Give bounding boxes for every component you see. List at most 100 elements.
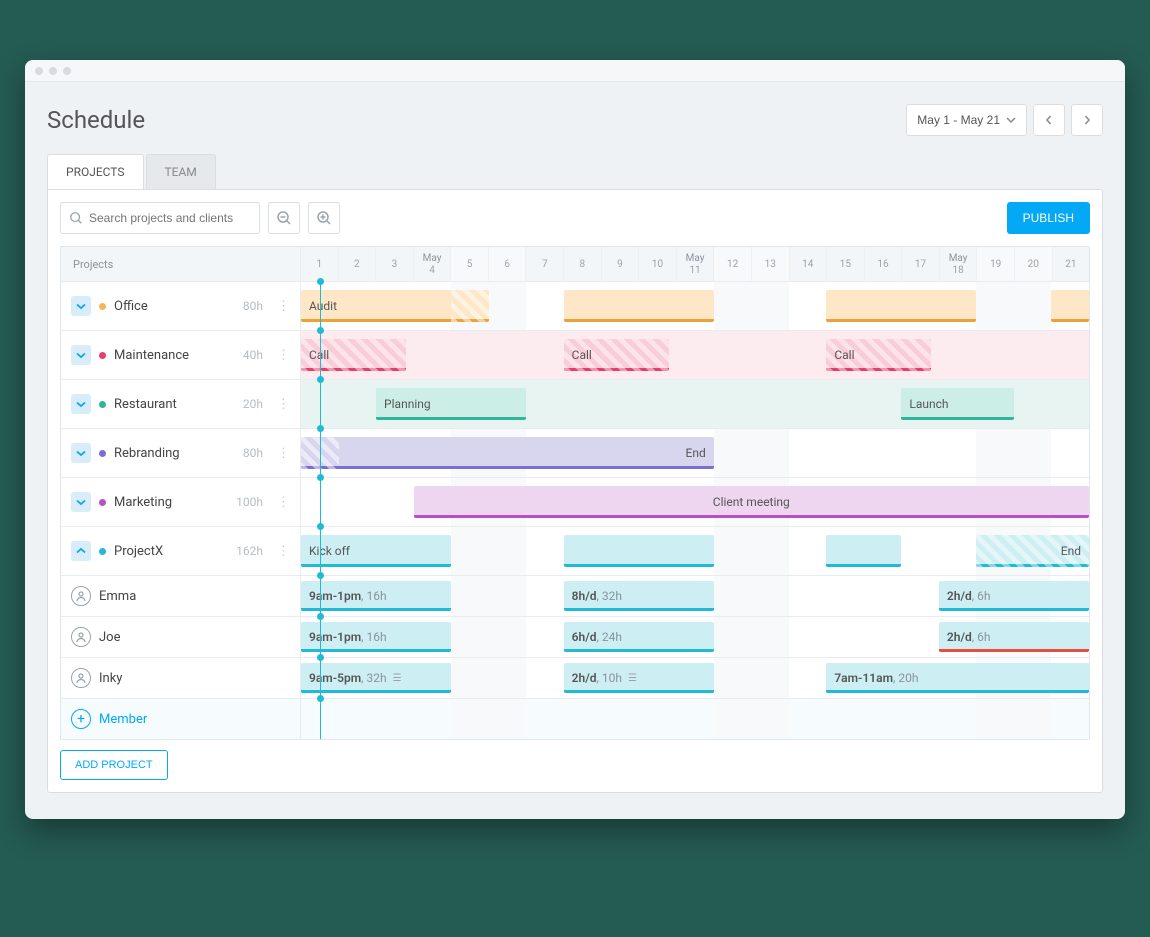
today-indicator xyxy=(320,699,321,739)
schedule-bar[interactable]: 7am-11am, 20h xyxy=(826,663,1089,693)
schedule-bar[interactable]: 9am-1pm, 16h xyxy=(301,622,451,652)
zoom-out-button[interactable] xyxy=(268,202,300,234)
schedule-bar[interactable]: End xyxy=(301,437,714,469)
schedule-bar[interactable]: 9am-1pm, 16h xyxy=(301,581,451,611)
schedule-bar[interactable]: Audit xyxy=(301,290,489,322)
day-header: 10 xyxy=(639,247,677,281)
schedule-bar[interactable]: Call xyxy=(564,339,669,371)
expand-button[interactable] xyxy=(71,492,91,512)
member-timeline: 9am-5pm, 32h☰ 2h/d, 10h☰ 7am-11am, 20h xyxy=(301,658,1089,698)
project-hours: 20h xyxy=(243,397,263,411)
schedule-bar[interactable]: 9am-5pm, 32h☰ xyxy=(301,663,451,693)
window-dot xyxy=(35,67,43,75)
schedule-bar[interactable]: 6h/d, 24h xyxy=(564,622,714,652)
prev-button[interactable] xyxy=(1033,104,1065,136)
schedule-bar[interactable]: Planning xyxy=(376,388,526,420)
tab-projects[interactable]: PROJECTS xyxy=(47,154,144,189)
search-input-wrapper[interactable] xyxy=(60,202,260,234)
schedule-bar[interactable] xyxy=(564,290,714,322)
day-header: 3 xyxy=(376,247,414,281)
page-title: Schedule xyxy=(47,106,145,134)
project-hours: 80h xyxy=(243,299,263,313)
expand-button[interactable] xyxy=(71,345,91,365)
day-header: 8 xyxy=(564,247,602,281)
schedule-bar[interactable] xyxy=(1051,290,1089,322)
publish-button[interactable]: PUBLISH xyxy=(1007,202,1090,234)
day-header: May18 xyxy=(940,247,978,281)
expand-button[interactable] xyxy=(71,394,91,414)
project-timeline: Kick off End xyxy=(301,527,1089,575)
search-icon xyxy=(69,211,83,225)
expand-button[interactable] xyxy=(71,296,91,316)
tab-team[interactable]: TEAM xyxy=(146,154,216,189)
today-indicator xyxy=(320,429,321,477)
project-row-left: Office80h⋮ xyxy=(61,282,301,330)
kebab-icon[interactable]: ⋮ xyxy=(277,544,290,559)
schedule-bar[interactable]: Client meeting xyxy=(414,486,1089,518)
day-header: 17 xyxy=(902,247,940,281)
kebab-icon[interactable]: ⋮ xyxy=(277,348,290,363)
day-header: 1 xyxy=(301,247,339,281)
project-hours: 80h xyxy=(243,446,263,460)
project-hours: 162h xyxy=(236,544,263,558)
day-header: 6 xyxy=(489,247,527,281)
schedule-bar[interactable]: Launch xyxy=(901,388,1014,420)
avatar-icon xyxy=(71,668,91,688)
project-name: Rebranding xyxy=(114,446,180,461)
project-color-dot xyxy=(99,303,106,310)
project-color-dot xyxy=(99,499,106,506)
date-range-picker[interactable]: May 1 - May 21 xyxy=(906,104,1027,136)
member-row-left: Inky xyxy=(61,658,301,698)
day-header: May4 xyxy=(414,247,452,281)
expand-button[interactable] xyxy=(71,443,91,463)
weekend-shade xyxy=(451,617,526,657)
schedule-bar[interactable]: Call xyxy=(826,339,931,371)
project-timeline: Audit xyxy=(301,282,1089,330)
weekend-shade xyxy=(451,576,526,616)
schedule-bar[interactable]: End xyxy=(976,535,1089,567)
zoom-in-icon xyxy=(316,210,332,226)
schedule-bar[interactable]: 2h/d, 6h xyxy=(939,622,1089,652)
kebab-icon[interactable]: ⋮ xyxy=(277,299,290,314)
schedule-bar[interactable]: 2h/d, 6h xyxy=(939,581,1089,611)
schedule-bar[interactable]: 8h/d, 32h xyxy=(564,581,714,611)
member-timeline: 9am-1pm, 16h 6h/d, 24h 2h/d, 6h xyxy=(301,617,1089,657)
day-header: May11 xyxy=(677,247,715,281)
zoom-in-button[interactable] xyxy=(308,202,340,234)
weekend-shade xyxy=(976,429,1051,477)
today-indicator xyxy=(320,527,321,575)
schedule-bar[interactable] xyxy=(564,535,714,567)
schedule-bar[interactable] xyxy=(826,290,976,322)
project-name: Restaurant xyxy=(114,397,177,412)
schedule-bar[interactable] xyxy=(826,535,901,567)
chevron-right-icon xyxy=(1082,115,1092,125)
schedule-bar[interactable]: Call xyxy=(301,339,406,371)
weekend-shade xyxy=(714,429,789,477)
today-indicator xyxy=(320,617,321,657)
next-button[interactable] xyxy=(1071,104,1103,136)
project-row-left: Restaurant 20h ⋮ xyxy=(61,380,301,428)
kebab-icon[interactable]: ⋮ xyxy=(277,495,290,510)
project-row-left: Marketing100h⋮ xyxy=(61,478,301,526)
schedule-bar[interactable]: 2h/d, 10h☰ xyxy=(564,663,714,693)
member-name: Emma xyxy=(99,589,136,604)
project-timeline: End xyxy=(301,429,1089,477)
project-color-dot xyxy=(99,401,106,408)
add-project-button[interactable]: ADD PROJECT xyxy=(60,750,168,780)
day-header: 9 xyxy=(602,247,640,281)
collapse-button[interactable] xyxy=(71,541,91,561)
caret-down-icon xyxy=(1006,115,1016,125)
project-color-dot xyxy=(99,450,106,457)
today-indicator xyxy=(320,331,321,379)
avatar-icon xyxy=(71,627,91,647)
project-name: Maintenance xyxy=(114,348,189,363)
add-member-button[interactable]: +Member xyxy=(61,699,301,739)
kebab-icon[interactable]: ⋮ xyxy=(277,397,290,412)
project-hours: 40h xyxy=(243,348,263,362)
schedule-bar[interactable]: Kick off xyxy=(301,535,451,567)
weekend-shade xyxy=(714,699,789,739)
kebab-icon[interactable]: ⋮ xyxy=(277,446,290,461)
project-timeline: Call Call Call xyxy=(301,331,1089,379)
search-input[interactable] xyxy=(89,211,251,225)
day-header: 7 xyxy=(526,247,564,281)
